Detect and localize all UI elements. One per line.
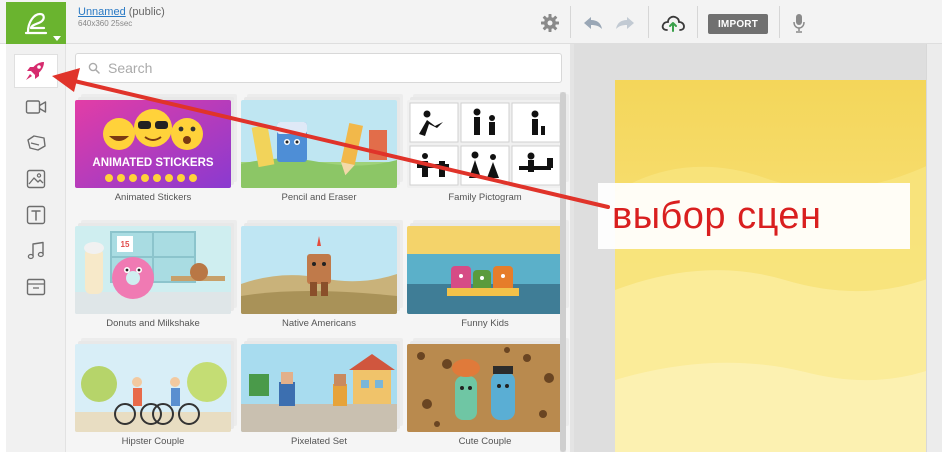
scene-thumbnail [407,100,563,188]
scene-card-family-pictogram[interactable]: Family Pictogram [407,92,565,204]
redo-icon [616,17,634,29]
search-input[interactable] [108,60,508,76]
scene-card-label: Native Americans [282,318,356,329]
scene-canvas[interactable] [615,80,935,452]
hipster-couple-thumbnail-image [75,344,231,432]
library-scrollbar-thumb[interactable] [560,92,566,452]
workspace-scrollbar[interactable] [926,44,942,452]
undo-icon [584,17,602,29]
project-meta: 640x360 25sec [78,19,133,28]
upload-cloud-icon [661,15,685,32]
scene-card-funny-kids[interactable]: Funny Kids [407,218,565,330]
scene-card-hipster-couple[interactable]: Hipster Couple [75,336,233,448]
scene-thumbnail [241,344,397,432]
tool-characters[interactable] [14,126,58,160]
toolbar-divider [570,6,571,38]
box-icon [26,278,46,296]
scene-thumbnail [241,100,397,188]
toolbar-divider [648,6,649,38]
project-visibility: (public) [128,6,165,18]
scene-thumbnail: 15 [75,226,231,314]
chevron-down-icon [53,36,61,41]
scene-card-label: Cute Couple [458,436,512,447]
scene-card-donuts-and-milkshake[interactable]: 15 Donuts and Milkshake [75,218,233,330]
scene-card-pixelated-set[interactable]: Pixelated Set [241,336,399,448]
tool-sidebar [6,44,66,452]
project-name-link[interactable]: Unnamed [78,6,126,18]
settings-button[interactable] [540,13,560,33]
pixelated-set-thumbnail-image [241,344,397,432]
project-info: Unnamed (public) 640x360 25sec [78,6,165,28]
scene-card-label: Animated Stickers [114,192,192,203]
toolbar-divider [779,6,780,38]
annotation-callout: выбор сцен [598,183,910,249]
microphone-icon [793,14,805,33]
scene-thumbnail [407,226,563,314]
scene-card-animated-stickers[interactable]: ANIMATED STICKERS Animated Stickers [75,92,233,204]
calendar-date-text: 15 [121,240,130,249]
search-box[interactable] [75,53,562,83]
toolbar-divider [697,6,698,38]
scene-thumbnail [407,344,563,432]
scene-card-cute-couple[interactable]: Cute Couple [407,336,565,448]
scene-thumbnail [241,226,397,314]
annotation-text: выбор сцен [612,194,822,237]
scene-card-label: Pixelated Set [291,436,347,447]
app-menu-button[interactable] [6,2,66,44]
import-button[interactable]: IMPORT [708,14,768,34]
top-toolbar: Unnamed (public) 640x360 25sec IMPORT [0,0,942,44]
undo-button[interactable] [582,13,604,33]
redo-button[interactable] [614,13,636,33]
search-icon [88,62,100,74]
donuts-thumbnail-image: 15 [75,226,231,314]
scene-card-pencil-and-eraser[interactable]: Pencil and Eraser [241,92,399,204]
scene-card-label: Funny Kids [461,318,509,329]
music-note-icon [27,241,44,260]
tool-music[interactable] [14,234,58,268]
record-audio-button[interactable] [788,13,810,33]
tool-video[interactable] [14,90,58,124]
tool-props[interactable] [14,270,58,304]
scene-card-native-americans[interactable]: Native Americans [241,218,399,330]
scene-library-panel: ANIMATED STICKERS Animated Stickers [66,44,570,452]
text-icon [26,205,46,225]
scene-card-label: Hipster Couple [121,436,185,447]
gear-icon [541,14,559,32]
native-americans-thumbnail-image [241,226,397,314]
rocket-icon [26,62,44,80]
logo-icon [24,12,48,35]
character-icon [27,135,46,151]
tool-scenes[interactable] [14,54,58,88]
thumbnail-title-text: ANIMATED STICKERS [92,157,214,169]
cute-couple-thumbnail-image [407,344,563,432]
pictogram-thumbnail-image [407,100,563,188]
scene-card-label: Donuts and Milkshake [106,318,200,329]
library-scrollbar[interactable] [560,92,566,452]
tool-images[interactable] [14,162,58,196]
pencil-eraser-thumbnail-image [241,100,397,188]
scene-thumbnail: ANIMATED STICKERS [75,100,231,188]
scene-card-label: Pencil and Eraser [281,192,357,203]
tool-text[interactable] [14,198,58,232]
stickers-thumbnail-image: ANIMATED STICKERS [75,100,231,188]
image-icon [26,169,46,189]
video-camera-icon [25,100,47,114]
scene-thumbnail [75,344,231,432]
funny-kids-thumbnail-image [407,226,563,314]
scene-card-label: Family Pictogram [448,192,522,203]
canvas-background-image [615,80,935,452]
upload-button[interactable] [660,13,686,33]
